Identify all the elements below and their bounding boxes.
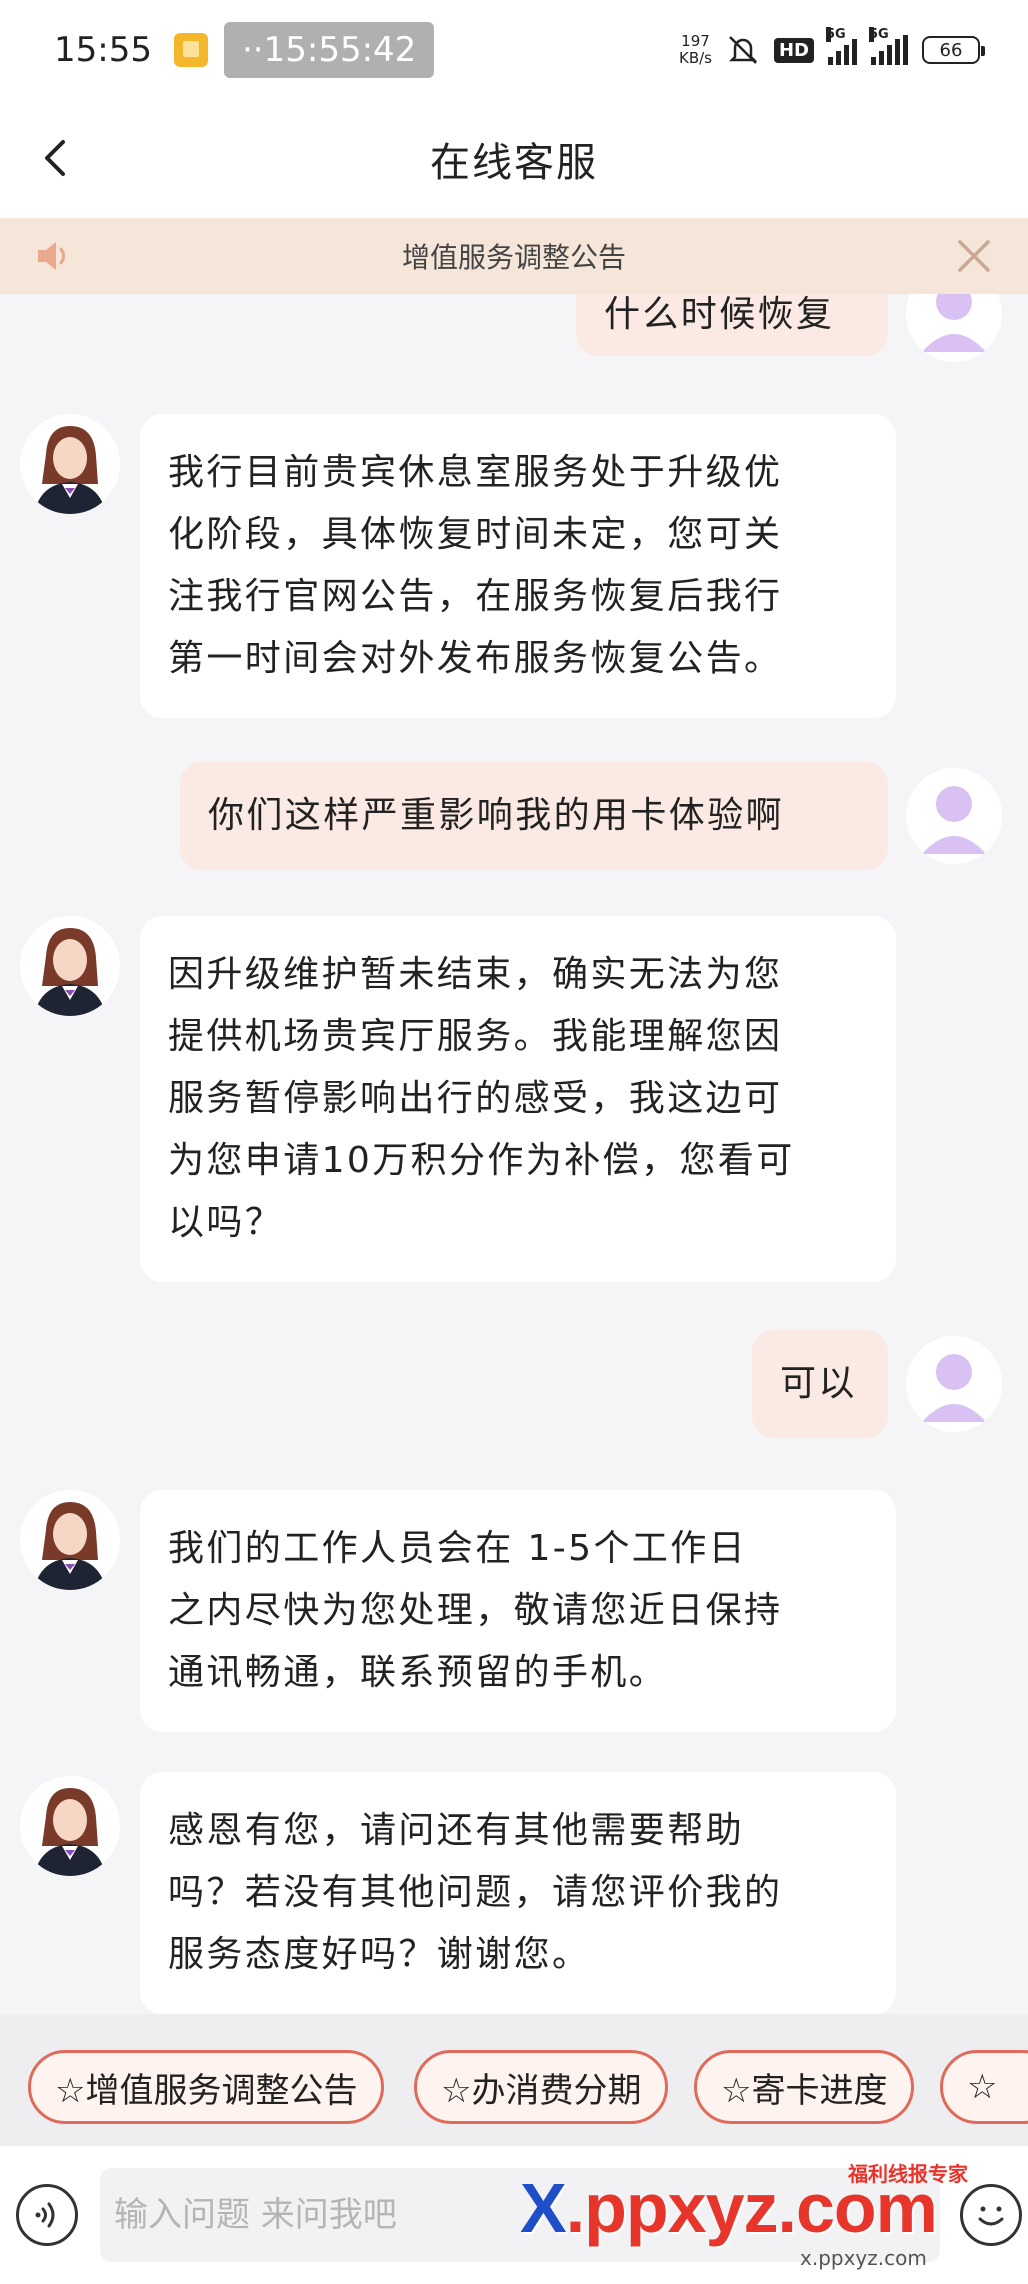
network-speed-value: 197 [681,32,710,50]
agent-message-bubble: 因升级维护暂未结束，确实无法为您 提供机场贵宾厅服务。我能理解您因 服务暂停影响… [140,916,896,1282]
nav-bar: 在线客服 [0,100,1028,218]
quick-reply-label: ☆增值服务调整公告 [55,2070,358,2111]
agent-message-line: 第一时间会对外发布服务恢复公告。 [168,638,783,679]
chevron-left-icon [45,140,65,176]
quick-reply-bar[interactable]: ☆增值服务调整公告 ☆办消费分期 ☆寄卡进度 ☆ [0,2014,1028,2146]
bell-muted-icon [728,36,758,64]
agent-message-line: 服务暂停影响出行的感受，我这边可 [168,1078,783,1119]
agent-message-line: 提供机场贵宾厅服务。我能理解您因 [168,1016,783,1057]
agent-avatar-icon [20,414,120,514]
agent-message-line: 感恩有您，请问还有其他需要帮助 [168,1810,745,1851]
notes-app-icon [173,33,208,67]
speaker-icon [38,242,65,270]
quick-reply-label: ☆办消费分期 [441,2070,642,2111]
quick-reply-chip[interactable]: ☆寄卡进度 [694,2050,915,2124]
user-silhouette-icon [906,768,1002,864]
user-message-bubble: 你们这样严重影响我的用卡体验啊 [180,762,888,870]
voice-input-button[interactable] [16,2184,78,2246]
agent-message-bubble: 我们的工作人员会在 1-5个工作日 之内尽快为您处理，敬请您近日保持 通讯畅通，… [140,1490,896,1732]
emoji-button[interactable] [960,2184,1022,2246]
agent-avatar [20,414,120,514]
agent-message-line: 我行目前贵宾休息室服务处于升级优 [168,452,783,493]
smile-icon [978,2206,1004,2226]
watermark-logo: X.ppxyz.com [520,2168,938,2248]
agent-avatar-icon [20,1776,120,1876]
quick-reply-chip[interactable]: ☆ [940,2050,1028,2124]
agent-message-line: 因升级维护暂未结束，确实无法为您 [168,954,783,995]
agent-message-bubble: 感恩有您，请问还有其他需要帮助 吗？若没有其他问题，请您评价我的 服务态度好吗？… [140,1772,896,2014]
agent-message-line: 我们的工作人员会在 1-5个工作日 [168,1528,748,1569]
agent-message-line: 以吗？ [168,1202,284,1243]
user-message-text: 可以 [780,1363,857,1404]
agent-avatar-icon [20,916,120,1016]
network-speed: 197 KB/s [679,33,712,67]
quick-reply-chip[interactable]: ☆办消费分期 [414,2050,669,2124]
signal-icon-1: 5G [826,27,857,65]
user-message-bubble: 可以 [752,1330,888,1438]
status-bar: 15:55 ·· 15:55:42 197 KB/s HD 5G 5G 66 [0,0,1028,100]
watermark-logo-domain: .ppxyz.com [565,2169,938,2247]
screen-recording-timer: ·· 15:55:42 [223,22,435,78]
user-silhouette-icon [906,294,1002,362]
agent-avatar-icon [20,1490,120,1590]
user-message-text: 你们这样严重影响我的用卡体验啊 [208,795,785,836]
signal-label-1: 5G [826,27,846,42]
user-avatar [906,1336,1002,1432]
agent-message-line: 服务态度好吗？谢谢您。 [168,1934,591,1975]
agent-message-line: 通讯畅通，联系预留的手机。 [168,1652,668,1693]
notice-banner[interactable]: 增值服务调整公告 [0,218,1028,294]
agent-message-line: 之内尽快为您处理，敬请您近日保持 [168,1590,783,1631]
recording-dots-icon: ·· [241,30,264,70]
watermark-logo-x: X [520,2169,567,2247]
signal-label-2: 5G [869,27,889,42]
user-avatar [906,768,1002,864]
watermark-url: x.ppxyz.com [800,2246,927,2270]
quick-reply-label: ☆ [967,2067,998,2107]
status-icons: 197 KB/s HD 5G 5G 66 [679,27,985,67]
agent-message-line: 吗？若没有其他问题，请您评价我的 [168,1872,783,1913]
agent-avatar [20,1490,120,1590]
agent-avatar [20,1776,120,1876]
signal-icon-2: 5G [869,27,908,65]
user-message-bubble: 什么时候恢复 [576,294,888,356]
sound-wave-icon [35,2202,55,2228]
user-message-text: 什么时候恢复 [604,294,835,335]
chat-messages[interactable]: 什么时候恢复 我行目前贵宾休息室服务处于升级优 化阶段，具体恢复时间未定，您可关… [0,294,1028,2014]
quick-reply-chip[interactable]: ☆增值服务调整公告 [28,2050,385,2124]
agent-avatar [20,916,120,1016]
network-speed-unit: KB/s [678,49,712,67]
agent-message-bubble: 我行目前贵宾休息室服务处于升级优 化阶段，具体恢复时间未定，您可关 注我行官网公… [140,414,896,718]
agent-message-line: 注我行官网公告，在服务恢复后我行 [168,576,783,617]
user-silhouette-icon [906,1336,1002,1432]
recording-time: 15:55:42 [263,30,417,70]
hd-voice-icon: HD [773,37,814,63]
status-time: 15:55 [54,30,152,70]
agent-message-line: 化阶段，具体恢复时间未定，您可关 [168,514,783,555]
page-title: 在线客服 [430,140,598,186]
battery-icon: 66 [922,36,985,64]
back-button[interactable] [24,126,88,190]
quick-reply-label: ☆寄卡进度 [721,2070,888,2111]
close-icon[interactable] [952,234,996,278]
agent-message-line: 为您申请10万积分作为补偿，您看可 [168,1140,795,1181]
user-avatar [906,294,1002,362]
notice-text: 增值服务调整公告 [401,241,626,274]
